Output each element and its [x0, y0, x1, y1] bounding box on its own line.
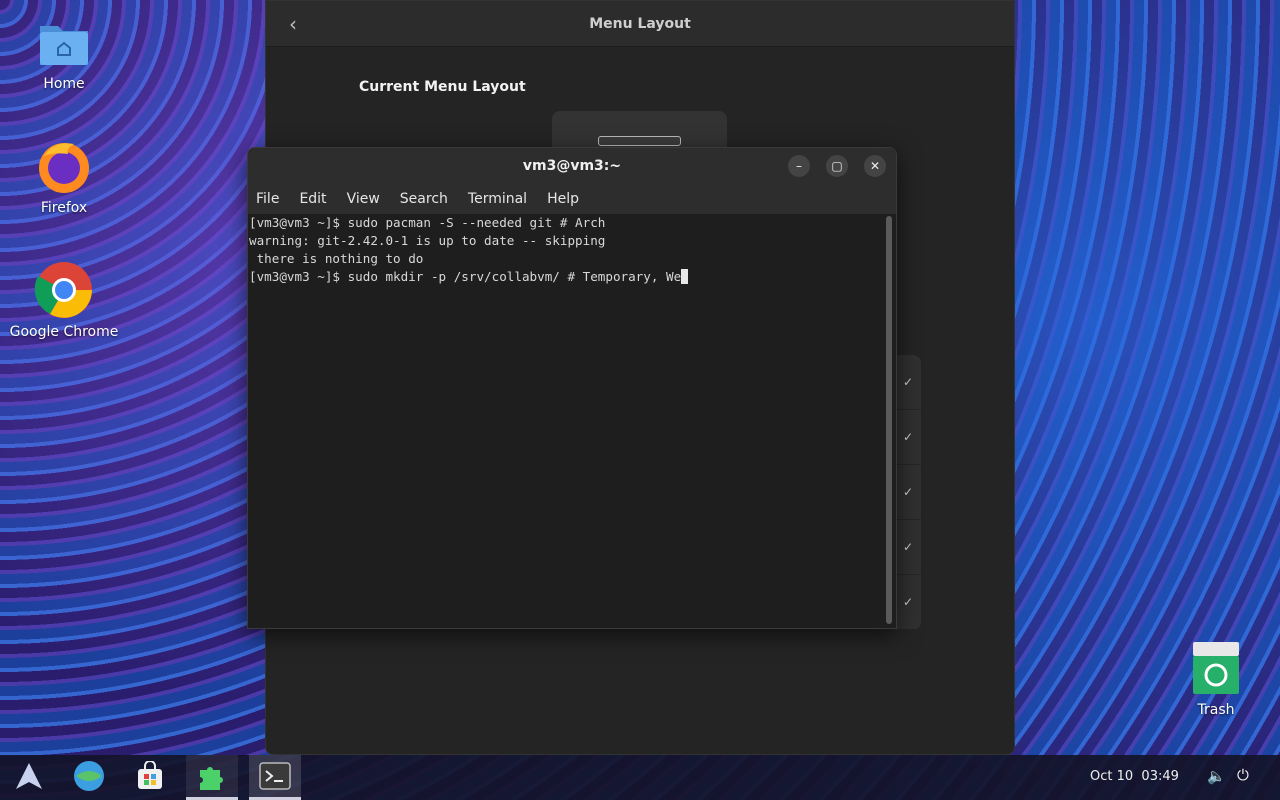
menu-terminal[interactable]: Terminal: [468, 191, 527, 207]
terminal-icon: [259, 761, 291, 794]
terminal-line: [vm3@vm3 ~]$ sudo pacman -S --needed git…: [249, 215, 606, 230]
edit-icon[interactable]: ✓: [895, 410, 921, 465]
arch-logo-icon: [14, 761, 44, 795]
settings-header: ‹ Menu Layout: [266, 1, 1014, 47]
desktop-icon-label: Firefox: [40, 200, 88, 216]
clock[interactable]: Oct 10 03:49: [1090, 769, 1179, 784]
volume-icon[interactable]: 🔈: [1207, 767, 1226, 785]
desktop-icon-label: Trash: [1197, 702, 1235, 718]
taskbar-web-browser[interactable]: [63, 755, 115, 800]
terminal-output[interactable]: [vm3@vm3 ~]$ sudo pacman -S --needed git…: [248, 214, 882, 628]
close-button[interactable]: ✕: [864, 155, 886, 177]
trash-icon: [1186, 638, 1246, 698]
firefox-icon: [34, 136, 94, 196]
globe-icon: [73, 760, 105, 796]
terminal-titlebar[interactable]: vm3@vm3:~ – ▢ ✕: [248, 148, 896, 184]
menu-edit[interactable]: Edit: [299, 191, 326, 207]
taskbar-app-menu[interactable]: [3, 755, 55, 800]
maximize-button[interactable]: ▢: [826, 155, 848, 177]
settings-title: Menu Layout: [589, 15, 691, 32]
menu-file[interactable]: File: [256, 191, 279, 207]
terminal-menubar: File Edit View Search Terminal Help: [248, 184, 896, 214]
desktop-icon-firefox[interactable]: Firefox: [9, 136, 119, 216]
menu-view[interactable]: View: [347, 191, 380, 207]
taskbar: Oct 10 03:49 🔈 ⏻: [0, 755, 1280, 800]
menu-layout-preview[interactable]: [552, 111, 727, 151]
current-menu-layout-heading: Current Menu Layout: [359, 79, 526, 95]
terminal-line-current: [vm3@vm3 ~]$ sudo mkdir -p /srv/collabvm…: [249, 268, 882, 286]
terminal-scrollbar[interactable]: [886, 216, 892, 624]
layout-option-list: ✓ ✓ ✓ ✓ ✓: [895, 355, 921, 630]
taskbar-software-store[interactable]: [124, 755, 176, 800]
taskbar-terminal[interactable]: [249, 755, 301, 800]
edit-icon[interactable]: ✓: [895, 520, 921, 575]
desktop-icon-google-chrome[interactable]: Google Chrome: [9, 260, 119, 340]
preview-search-bar: [598, 136, 681, 146]
terminal-line: there is nothing to do: [249, 251, 424, 266]
power-icon[interactable]: ⏻: [1237, 766, 1249, 784]
puzzle-piece-icon: [196, 760, 228, 796]
back-arrow-icon[interactable]: ‹: [280, 11, 306, 37]
terminal-line: [vm3@vm3 ~]$ sudo mkdir -p /srv/collabvm…: [249, 269, 682, 284]
folder-icon: [34, 12, 94, 72]
terminal-window[interactable]: vm3@vm3:~ – ▢ ✕ File Edit View Search Te…: [247, 147, 897, 629]
text-cursor: [681, 269, 689, 284]
terminal-line: warning: git-2.42.0-1 is up to date -- s…: [249, 233, 606, 248]
taskbar-extensions[interactable]: [186, 755, 238, 800]
edit-icon[interactable]: ✓: [895, 355, 921, 410]
desktop-icon-label: Google Chrome: [9, 324, 119, 340]
desktop-icon-label: Home: [43, 76, 85, 92]
menu-help[interactable]: Help: [547, 191, 579, 207]
desktop-icon-home[interactable]: Home: [9, 12, 119, 92]
desktop-icon-trash[interactable]: Trash: [1161, 638, 1271, 718]
terminal-title: vm3@vm3:~: [522, 158, 622, 174]
shopping-bag-icon: [135, 759, 165, 795]
chrome-icon: [34, 260, 94, 320]
edit-icon[interactable]: ✓: [895, 465, 921, 520]
clock-time: 03:49: [1141, 769, 1179, 784]
menu-search[interactable]: Search: [400, 191, 448, 207]
edit-icon[interactable]: ✓: [895, 575, 921, 630]
clock-date: Oct 10: [1090, 769, 1134, 784]
minimize-button[interactable]: –: [788, 155, 810, 177]
